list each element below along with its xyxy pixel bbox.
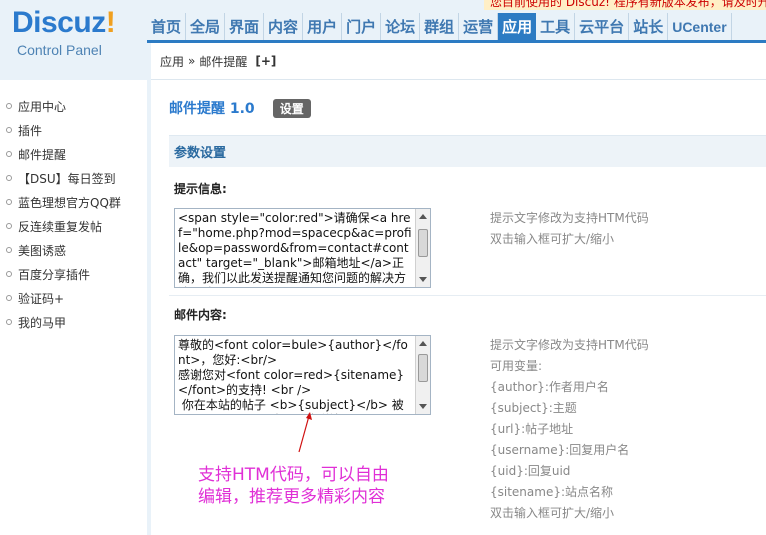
sidebar-item-mail-reminder[interactable]: 邮件提醒 xyxy=(0,142,147,166)
nav-users[interactable]: 用户 xyxy=(303,13,343,40)
bullet-icon xyxy=(6,319,12,325)
update-notice[interactable]: 您目前使用的 Discuz! 程序有新版本发布，请及时升 xyxy=(484,0,766,10)
mail-hint-line: 可用变量: xyxy=(490,359,543,373)
nav-operations[interactable]: 运营 xyxy=(459,13,499,40)
logo-wordmark: Discuz! xyxy=(12,6,116,39)
discuz-logo[interactable]: Discuz! Control Panel xyxy=(0,0,147,80)
mail-hint-line: {url}:帖子地址 xyxy=(490,422,574,436)
tip-hint-line: 双击输入框可扩大/缩小 xyxy=(490,232,615,246)
add-shortcut-button[interactable]: [+] xyxy=(255,54,276,68)
breadcrumb-separator: » xyxy=(188,54,196,68)
mail-hint-line: {uid}:回复uid xyxy=(490,464,571,478)
nav-ucenter[interactable]: UCenter xyxy=(668,13,732,40)
mail-hint-line: {sitename}:站点名称 xyxy=(490,485,614,499)
sidebar-item-captcha-plus[interactable]: 验证码+ xyxy=(0,286,147,310)
mail-textarea-value: 尊敬的<font color=bule>{author}</font>，您好:<… xyxy=(178,338,408,414)
sidebar-item-qq-group[interactable]: 蓝色理想官方QQ群 xyxy=(0,190,147,214)
sidebar: 应用中心 插件 邮件提醒 【DSU】每日签到 蓝色理想官方QQ群 反连续重复发帖… xyxy=(0,80,147,535)
mail-hint-line: {username}:回复用户名 xyxy=(490,443,630,457)
sidebar-item-label: 我的马甲 xyxy=(18,315,67,330)
bullet-icon xyxy=(6,175,12,181)
sidebar-item-label: 插件 xyxy=(18,123,43,138)
nav-webmaster[interactable]: 站长 xyxy=(629,13,669,40)
section-title: 参数设置 xyxy=(174,146,227,161)
sidebar-item-my-vest[interactable]: 我的马甲 xyxy=(0,310,147,334)
scroll-thumb[interactable] xyxy=(418,354,428,382)
sidebar-item-plugins[interactable]: 插件 xyxy=(0,118,147,142)
page-title: 邮件提醒 1.0 设置 xyxy=(169,98,311,118)
mail-field-label: 邮件内容: xyxy=(174,308,227,322)
mail-hint: 提示文字修改为支持HTM代码 可用变量: {author}:作者用户名 {sub… xyxy=(490,335,649,524)
bullet-icon xyxy=(6,199,12,205)
mail-hint-line: {author}:作者用户名 xyxy=(490,380,609,394)
bullet-icon xyxy=(6,223,12,229)
sidebar-item-anti-repost[interactable]: 反连续重复发帖 xyxy=(0,214,147,238)
nav-forum[interactable]: 论坛 xyxy=(381,13,421,40)
sidebar-item-app-center[interactable]: 应用中心 xyxy=(0,94,147,118)
sidebar-item-meitu[interactable]: 美图诱惑 xyxy=(0,238,147,262)
scroll-thumb[interactable] xyxy=(418,229,428,257)
tip-textarea-value: <span style="color:red">请确保<a href="home… xyxy=(178,211,412,287)
bullet-icon xyxy=(6,247,12,253)
bullet-icon xyxy=(6,103,12,109)
top-nav: 首页 全局 界面 内容 用户 门户 论坛 群组 运营 应用 工具 云平台 站长 … xyxy=(147,13,732,40)
sidebar-item-label: 美图诱惑 xyxy=(18,243,67,258)
tip-hint-line: 提示文字修改为支持HTM代码 xyxy=(490,211,649,225)
scroll-down-icon[interactable] xyxy=(419,404,427,409)
tip-field-label: 提示信息: xyxy=(174,182,227,196)
nav-cloud[interactable]: 云平台 xyxy=(575,13,630,40)
nav-portal[interactable]: 门户 xyxy=(342,13,382,40)
sidebar-item-label: 应用中心 xyxy=(18,99,67,114)
breadcrumb-current: 邮件提醒 xyxy=(199,54,248,69)
sidebar-item-label: 验证码+ xyxy=(18,291,65,306)
bullet-icon xyxy=(6,151,12,157)
breadcrumb-root[interactable]: 应用 xyxy=(160,53,184,70)
scroll-up-icon[interactable] xyxy=(419,341,427,346)
row-divider xyxy=(169,295,766,296)
annotation-line: 编辑，推荐更多精彩内容 xyxy=(198,487,385,507)
sidebar-item-label: 百度分享插件 xyxy=(18,267,91,282)
tip-hint: 提示文字修改为支持HTM代码 双击输入框可扩大/缩小 xyxy=(490,208,649,250)
annotation-text: 支持HTM代码，可以自由 编辑，推荐更多精彩内容 xyxy=(198,464,389,508)
mail-scrollbar[interactable] xyxy=(415,336,430,414)
main-content: 邮件提醒 1.0 设置 参数设置 提示信息: <span style="colo… xyxy=(151,80,766,535)
section-header: 参数设置 xyxy=(169,135,766,167)
sidebar-item-label: 邮件提醒 xyxy=(18,147,67,162)
nav-apps[interactable]: 应用 xyxy=(498,13,537,40)
sidebar-item-dsu-signin[interactable]: 【DSU】每日签到 xyxy=(0,166,147,190)
bullet-icon xyxy=(6,271,12,277)
plugin-title: 邮件提醒 1.0 xyxy=(169,101,255,117)
bullet-icon xyxy=(6,295,12,301)
nav-tools[interactable]: 工具 xyxy=(536,13,576,40)
sidebar-item-label: 【DSU】每日签到 xyxy=(18,171,116,186)
nav-interface[interactable]: 界面 xyxy=(225,13,265,40)
breadcrumb: 应用 » 邮件提醒 [+] xyxy=(151,43,766,80)
tip-textarea[interactable]: <span style="color:red">请确保<a href="home… xyxy=(174,208,431,288)
annotation-arrow-icon xyxy=(298,412,312,453)
bullet-icon xyxy=(6,127,12,133)
annotation-line: 支持HTM代码，可以自由 xyxy=(198,465,389,485)
mail-textarea[interactable]: 尊敬的<font color=bule>{author}</font>，您好:<… xyxy=(174,335,431,415)
nav-groups[interactable]: 群组 xyxy=(420,13,460,40)
mail-hint-line: 提示文字修改为支持HTM代码 xyxy=(490,338,649,352)
scroll-down-icon[interactable] xyxy=(419,277,427,282)
sidebar-item-label: 蓝色理想官方QQ群 xyxy=(18,195,121,210)
mail-hint-line: {subject}:主题 xyxy=(490,401,577,415)
logo-subtitle: Control Panel xyxy=(17,42,102,58)
scroll-up-icon[interactable] xyxy=(419,214,427,219)
tip-scrollbar[interactable] xyxy=(415,209,430,287)
sidebar-item-label: 反连续重复发帖 xyxy=(18,219,103,234)
nav-global[interactable]: 全局 xyxy=(186,13,226,40)
mail-hint-line: 双击输入框可扩大/缩小 xyxy=(490,506,615,520)
nav-home[interactable]: 首页 xyxy=(147,13,187,40)
sidebar-item-baidu-share[interactable]: 百度分享插件 xyxy=(0,262,147,286)
settings-button[interactable]: 设置 xyxy=(272,98,311,118)
nav-content[interactable]: 内容 xyxy=(264,13,304,40)
